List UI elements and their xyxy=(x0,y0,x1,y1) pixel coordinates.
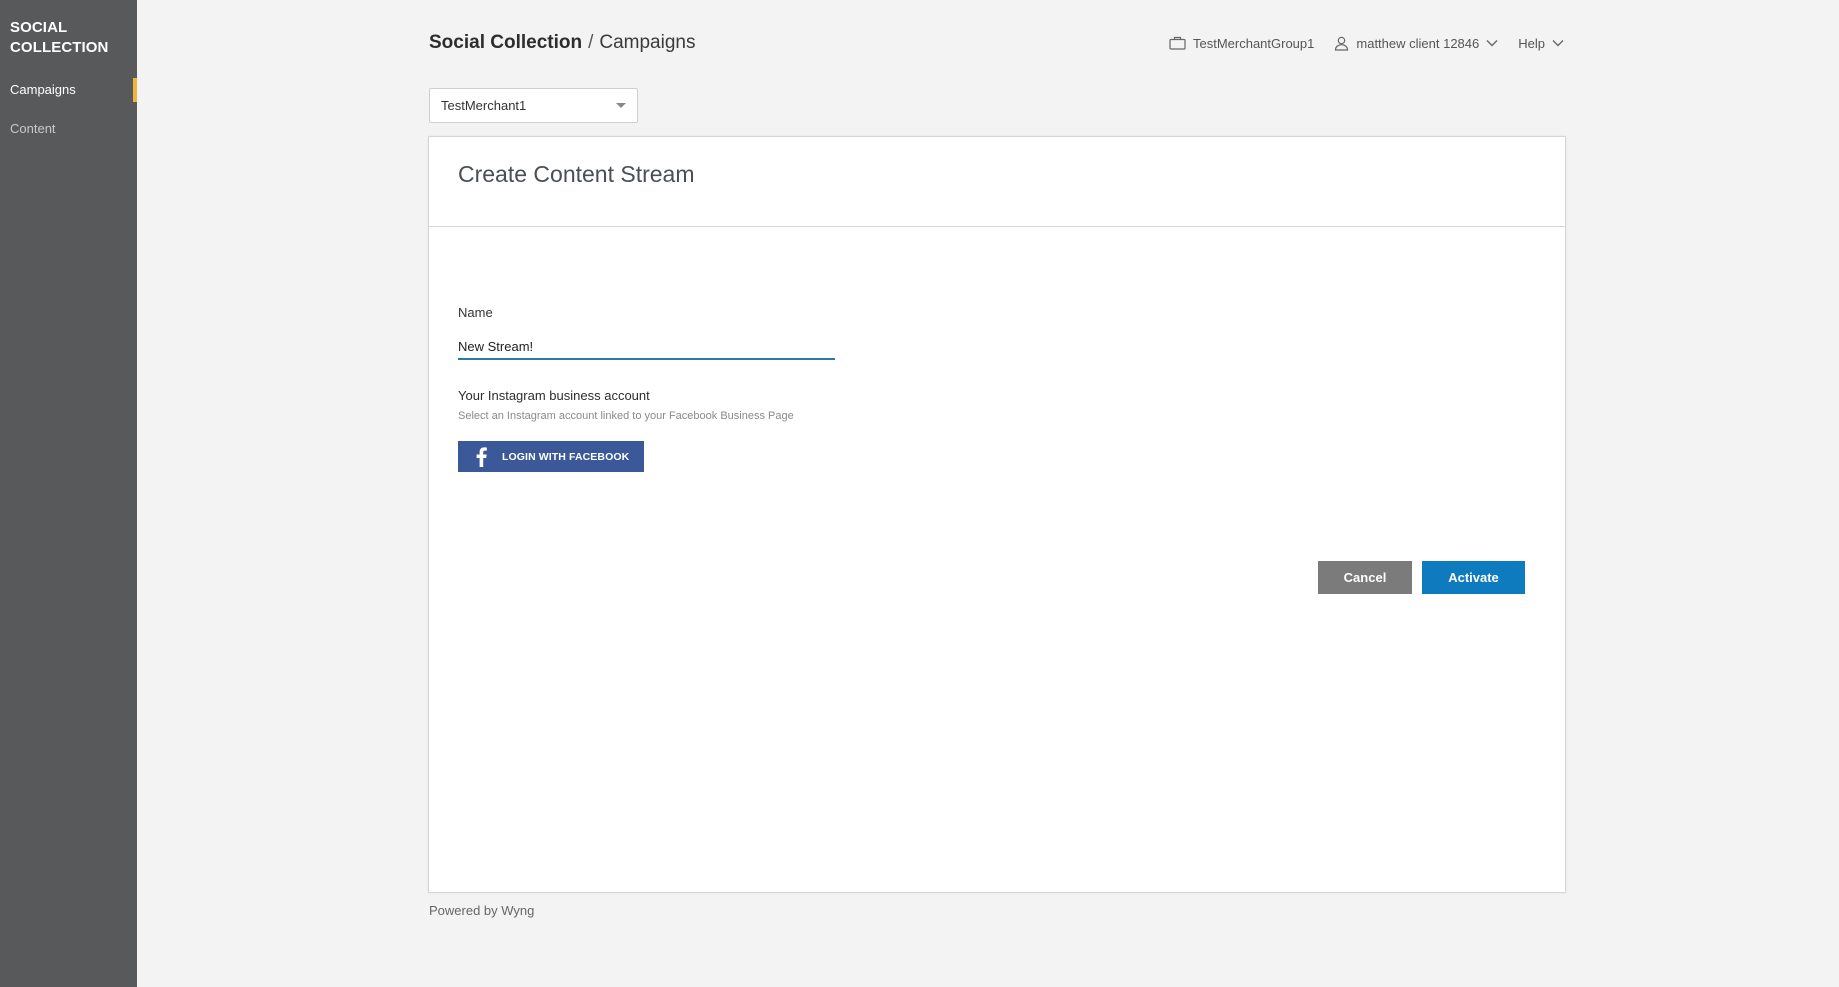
facebook-icon xyxy=(468,441,494,472)
breadcrumb-current: Campaigns xyxy=(599,32,696,53)
breadcrumb: Social Collection / Campaigns xyxy=(429,30,695,56)
sidebar-item-content[interactable]: Content xyxy=(0,115,137,143)
caret-down-icon xyxy=(616,103,626,108)
cancel-button[interactable]: Cancel xyxy=(1318,561,1412,594)
sidebar: SOCIAL COLLECTION Campaigns Content xyxy=(0,0,137,987)
activate-button[interactable]: Activate xyxy=(1422,561,1525,594)
breadcrumb-separator: / xyxy=(588,32,594,53)
help-menu[interactable]: Help xyxy=(1518,36,1564,51)
breadcrumb-root[interactable]: Social Collection xyxy=(429,32,582,53)
sidebar-item-campaigns[interactable]: Campaigns xyxy=(0,76,137,104)
card-title: Create Content Stream xyxy=(458,161,695,187)
merchant-select-value: TestMerchant1 xyxy=(441,98,527,113)
facebook-button-label: Login with Facebook xyxy=(502,450,630,463)
chevron-down-icon xyxy=(1486,39,1498,47)
chevron-down-icon xyxy=(1552,39,1564,47)
instagram-account-label: Your Instagram business account xyxy=(458,388,650,403)
brand-line-2: COLLECTION xyxy=(10,39,109,56)
briefcase-icon xyxy=(1169,36,1186,50)
help-label: Help xyxy=(1518,35,1545,51)
login-with-facebook-button[interactable]: Login with Facebook xyxy=(458,441,644,472)
brand-logo[interactable]: SOCIAL COLLECTION xyxy=(10,18,109,58)
topbar: TestMerchantGroup1 matthew client 12846 … xyxy=(1169,32,1564,54)
brand-line-1: SOCIAL xyxy=(10,19,68,36)
instagram-account-help: Select an Instagram account linked to yo… xyxy=(458,410,794,422)
user-menu[interactable]: matthew client 12846 xyxy=(1334,36,1498,51)
merchant-group-menu[interactable]: TestMerchantGroup1 xyxy=(1169,36,1314,51)
user-label: matthew client 12846 xyxy=(1356,35,1480,51)
card-divider xyxy=(429,226,1565,227)
create-stream-card: Create Content Stream Name Your Instagra… xyxy=(428,136,1566,893)
merchant-select[interactable]: TestMerchant1 xyxy=(429,88,638,123)
name-label: Name xyxy=(458,305,493,320)
merchant-group-label: TestMerchantGroup1 xyxy=(1192,35,1315,51)
name-input[interactable] xyxy=(458,334,835,360)
user-icon xyxy=(1334,36,1349,51)
footer-powered-by: Powered by Wyng xyxy=(429,903,535,918)
